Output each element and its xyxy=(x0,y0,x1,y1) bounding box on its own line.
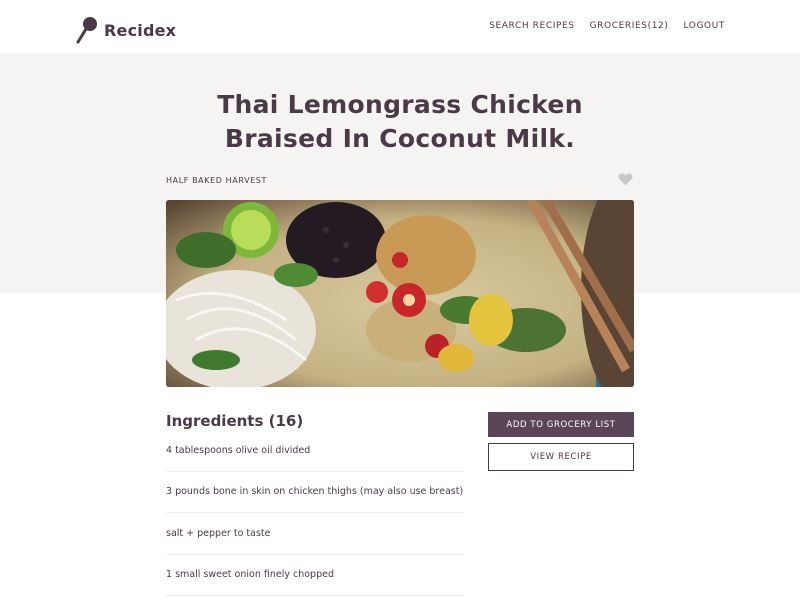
nav-groceries[interactable]: GROCERIES(12) xyxy=(590,21,669,31)
ingredient-item: 4 tablespoons olive oil divided xyxy=(166,430,464,472)
brand-name: Recidex xyxy=(104,20,177,40)
heart-icon[interactable] xyxy=(618,172,633,186)
spoon-icon xyxy=(76,17,97,44)
ingredient-item: 3 pounds bone in skin on chicken thighs … xyxy=(166,472,464,513)
ingredient-item: salt + pepper to taste xyxy=(166,513,464,555)
ingredient-item: 1 small sweet onion finely chopped xyxy=(166,555,464,596)
recipe-source: HALF BAKED HARVEST xyxy=(166,176,267,185)
main-nav: SEARCH RECIPES GROCERIES(12) LOGOUT xyxy=(489,21,725,31)
nav-logout[interactable]: LOGOUT xyxy=(683,21,725,31)
recipe-photo xyxy=(166,200,634,387)
add-to-grocery-list-button[interactable]: ADD TO GROCERY LIST xyxy=(488,412,634,437)
logo[interactable]: Recidex xyxy=(75,16,176,44)
ingredients-heading: Ingredients (16) xyxy=(166,412,304,430)
recipe-photo-image xyxy=(166,200,634,387)
recipe-title-line-1: Thai Lemongrass Chicken xyxy=(217,90,583,119)
nav-search-recipes[interactable]: SEARCH RECIPES xyxy=(489,21,574,31)
ingredients-list: 4 tablespoons olive oil divided 3 pounds… xyxy=(166,430,464,596)
view-recipe-button[interactable]: VIEW RECIPE xyxy=(488,443,634,471)
recipe-title-line-2: Braised In Coconut Milk. xyxy=(224,124,576,153)
top-header: Recidex SEARCH RECIPES GROCERIES(12) LOG… xyxy=(0,0,800,53)
recipe-title: Thai Lemongrass Chicken Braised In Cocon… xyxy=(166,88,634,156)
